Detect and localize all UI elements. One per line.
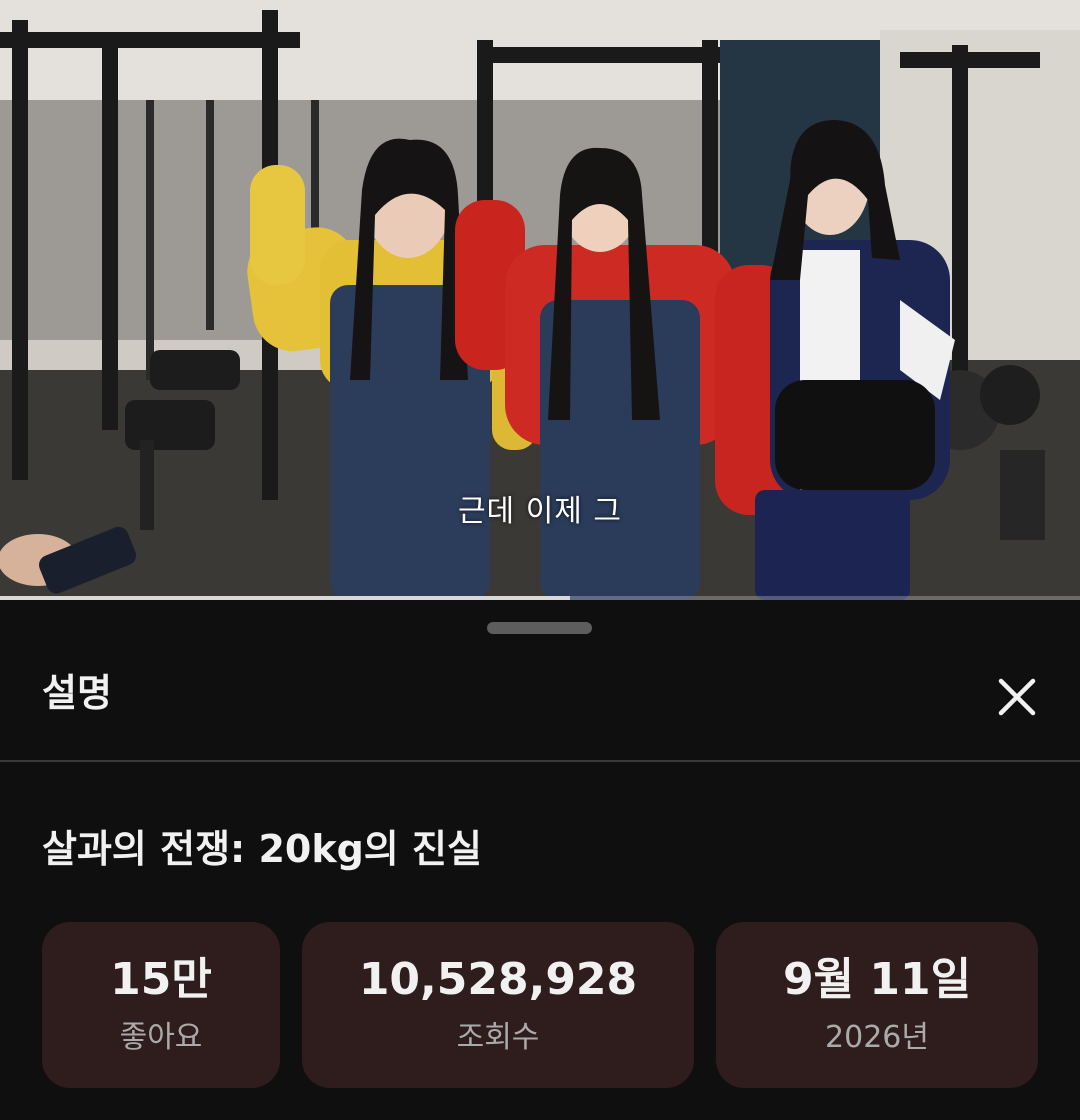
likes-stat-card: 15만 좋아요 [42, 922, 280, 1088]
upload-date-stat-card: 9월 11일 2026년 [716, 922, 1038, 1088]
drag-handle[interactable] [487, 622, 592, 634]
video-title: 살과의 전쟁: 20kg의 진실 [42, 827, 482, 871]
upload-date: 9월 11일 [782, 953, 972, 1005]
close-button[interactable] [988, 668, 1046, 726]
views-count: 10,528,928 [358, 953, 638, 1005]
views-stat-card: 10,528,928 조회수 [302, 922, 694, 1088]
description-sheet: 설명 살과의 전쟁: 20kg의 진실 15만 좋아요 10,528,928 조… [0, 600, 1080, 1120]
likes-count: 15만 [110, 953, 212, 1005]
sheet-divider [0, 760, 1080, 762]
close-icon [998, 678, 1036, 716]
sheet-title: 설명 [42, 671, 112, 715]
video-player[interactable]: 근데 이제 그 [0, 0, 1080, 600]
upload-year: 2026년 [825, 1020, 929, 1056]
subtitle-caption: 근데 이제 그 [457, 494, 623, 529]
likes-label: 좋아요 [119, 1020, 203, 1056]
views-label: 조회수 [456, 1020, 540, 1056]
